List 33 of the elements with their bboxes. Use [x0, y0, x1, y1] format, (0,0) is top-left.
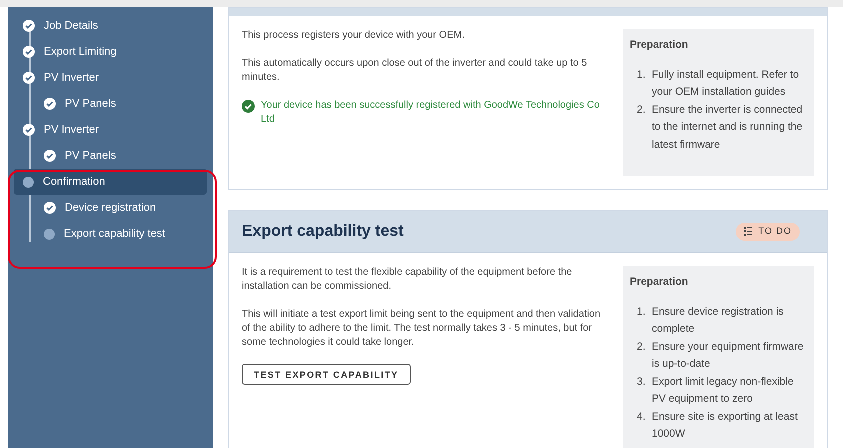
description-text: This will initiate a test export limit being sent to the equipment and then validation of the ability to adhere to the limit. The test normally takes 3 - 5 minutes, but for some technologies it could take longer. [242, 308, 602, 350]
status-badge: TO DO [736, 222, 800, 240]
step-item[interactable]: Export capability test [14, 221, 207, 247]
list-number: 1. [637, 68, 647, 83]
step-item[interactable]: Device registration [14, 195, 207, 221]
list-number: 4. [637, 410, 647, 425]
description-text: This automatically occurs upon close out of the inverter and could take up to 5 minutes. [242, 57, 588, 85]
step-item[interactable]: PV Inverter [14, 117, 207, 143]
step-item[interactable]: Export Limiting [14, 39, 207, 65]
list-number: 1. [637, 304, 647, 320]
list-number: 2. [637, 340, 647, 355]
step-item[interactable]: PV Panels [14, 91, 207, 117]
success-message: Your device has been successfully registered with GoodWe Technologies Co Ltd [261, 99, 601, 127]
list-item: Fully install equipment. Refer to your OEM installation guides [651, 68, 800, 100]
step-item[interactable]: PV Panels [14, 143, 207, 169]
success-check-icon [242, 100, 255, 113]
list-item: Ensure site is exporting at least 1000W [651, 410, 799, 442]
list-item: Ensure device registration is complete [651, 304, 785, 338]
list-item: Ensure the inverter is connected to the internet and is running the latest firmware [651, 102, 804, 153]
list-number: 3. [637, 374, 647, 390]
list-icon [744, 227, 753, 236]
description-text: This process registers your device with your OEM. [242, 29, 466, 43]
preparation-title: Preparation [630, 275, 690, 290]
step-item[interactable]: Confirmation [14, 169, 207, 195]
step-item[interactable]: Job Details [14, 13, 207, 39]
description-text: It is a requirement to test the flexible capability of the equipment before the installation can be commissioned. [242, 266, 574, 294]
list-number: 2. [637, 102, 647, 118]
list-item: Ensure your equipment firmware is up-to-date [651, 340, 805, 372]
preparation-title: Preparation [630, 38, 690, 53]
list-item: Export limit legacy non-flexible PV equipment to zero [651, 374, 795, 408]
card-title: Export capability test [242, 222, 404, 242]
step-item[interactable]: PV Inverter [14, 65, 207, 91]
test-export-button[interactable]: TEST EXPORT CAPABILITY [242, 364, 411, 385]
